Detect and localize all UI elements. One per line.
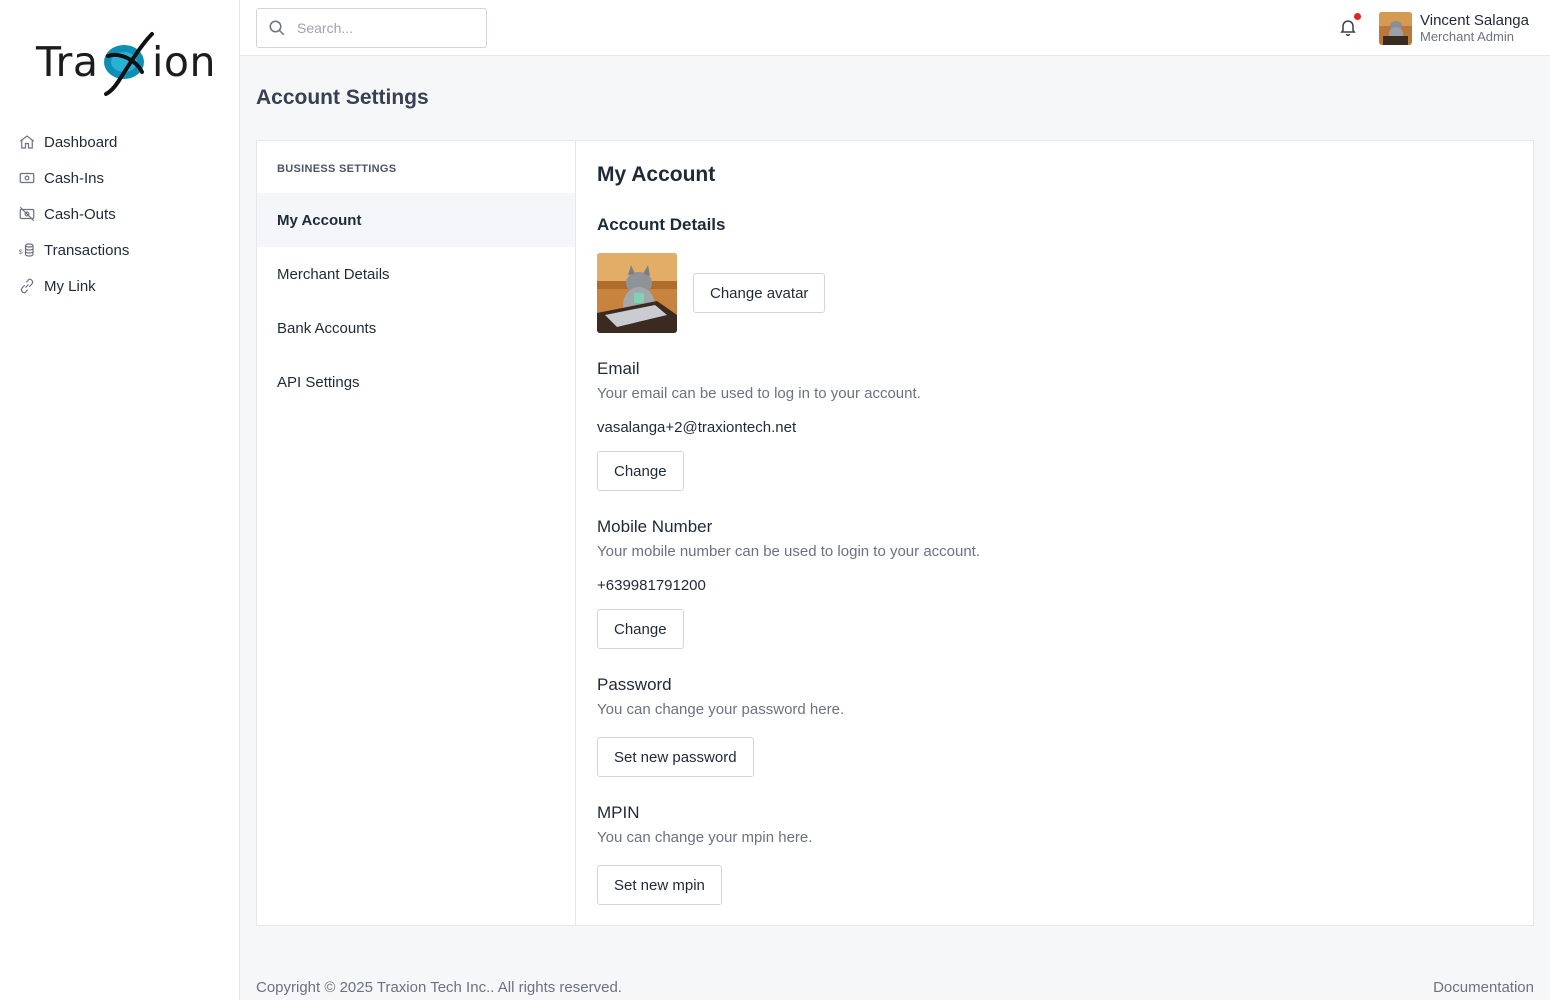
settings-nav-my-account[interactable]: My Account bbox=[257, 193, 575, 247]
notifications-button[interactable] bbox=[1338, 13, 1361, 39]
search-box bbox=[256, 8, 487, 48]
sidebar-item-label: Dashboard bbox=[44, 133, 118, 151]
account-title: My Account bbox=[597, 163, 716, 186]
sidebar-item-cash-ins[interactable]: Cash-Ins bbox=[0, 160, 239, 196]
mobile-description: Your mobile number can be used to login … bbox=[597, 543, 981, 560]
logo-text-suffix: ion bbox=[152, 38, 216, 86]
user-role: Merchant Admin bbox=[1420, 29, 1514, 44]
home-icon bbox=[17, 132, 37, 152]
sidebar: Tra ion Dashboard Cash-Ins Cash-Outs $ T… bbox=[0, 0, 240, 1000]
set-new-password-button[interactable]: Set new password bbox=[597, 737, 754, 777]
settings-nav-merchant-details[interactable]: Merchant Details bbox=[257, 247, 575, 301]
coins-icon: $ bbox=[17, 240, 37, 260]
sidebar-item-cash-outs[interactable]: Cash-Outs bbox=[0, 196, 239, 232]
settings-section-label: BUSINESS SETTINGS bbox=[277, 163, 397, 175]
sidebar-item-transactions[interactable]: $ Transactions bbox=[0, 232, 239, 268]
mpin-title: MPIN bbox=[597, 803, 640, 822]
page-title: Account Settings bbox=[256, 86, 429, 109]
mpin-description: You can change your mpin here. bbox=[597, 829, 813, 846]
traxion-logo[interactable]: Tra ion bbox=[36, 30, 215, 98]
password-title: Password bbox=[597, 675, 672, 694]
sidebar-item-label: Cash-Outs bbox=[44, 205, 116, 223]
settings-panel: BUSINESS SETTINGS My Account Merchant De… bbox=[256, 140, 1534, 926]
mobile-title: Mobile Number bbox=[597, 517, 713, 536]
change-avatar-button[interactable]: Change avatar bbox=[693, 273, 826, 313]
search-icon bbox=[257, 19, 297, 37]
sidebar-item-my-link[interactable]: My Link bbox=[0, 268, 239, 304]
logo-text-prefix: Tra bbox=[36, 38, 99, 86]
documentation-link[interactable]: Documentation bbox=[1433, 979, 1534, 996]
sidebar-nav: Dashboard Cash-Ins Cash-Outs $ Transacti… bbox=[0, 124, 239, 304]
account-details-title: Account Details bbox=[597, 215, 726, 234]
change-email-button[interactable]: Change bbox=[597, 451, 684, 491]
logo-mark-icon bbox=[104, 32, 154, 96]
notification-badge bbox=[1354, 13, 1361, 20]
email-title: Email bbox=[597, 359, 640, 378]
settings-nav: BUSINESS SETTINGS My Account Merchant De… bbox=[257, 141, 576, 925]
sidebar-item-dashboard[interactable]: Dashboard bbox=[0, 124, 239, 160]
bell-icon bbox=[1340, 20, 1356, 37]
avatar bbox=[1379, 11, 1412, 45]
svg-text:$: $ bbox=[19, 249, 23, 256]
sidebar-item-label: Cash-Ins bbox=[44, 169, 105, 187]
email-description: Your email can be used to log in to your… bbox=[597, 385, 921, 402]
mobile-value: +639981791200 bbox=[597, 577, 706, 594]
cash-off-icon bbox=[17, 204, 37, 224]
footer-copyright: Copyright © 2025 Traxion Tech Inc.. All … bbox=[256, 979, 622, 996]
sidebar-item-label: Transactions bbox=[44, 241, 130, 259]
cash-icon bbox=[17, 168, 37, 188]
change-mobile-button[interactable]: Change bbox=[597, 609, 684, 649]
settings-nav-bank-accounts[interactable]: Bank Accounts bbox=[257, 301, 575, 355]
user-name: Vincent Salanga bbox=[1420, 12, 1529, 29]
user-menu[interactable]: Vincent Salanga Merchant Admin bbox=[1379, 11, 1529, 45]
sidebar-item-label: My Link bbox=[44, 277, 96, 295]
account-avatar bbox=[597, 253, 677, 333]
topbar: Vincent Salanga Merchant Admin bbox=[240, 0, 1550, 56]
password-description: You can change your password here. bbox=[597, 701, 845, 718]
settings-nav-api-settings[interactable]: API Settings bbox=[257, 355, 575, 409]
search-input[interactable] bbox=[297, 20, 477, 36]
set-new-mpin-button[interactable]: Set new mpin bbox=[597, 865, 722, 905]
link-icon bbox=[17, 276, 37, 296]
email-value: vasalanga+2@traxiontech.net bbox=[597, 419, 797, 436]
